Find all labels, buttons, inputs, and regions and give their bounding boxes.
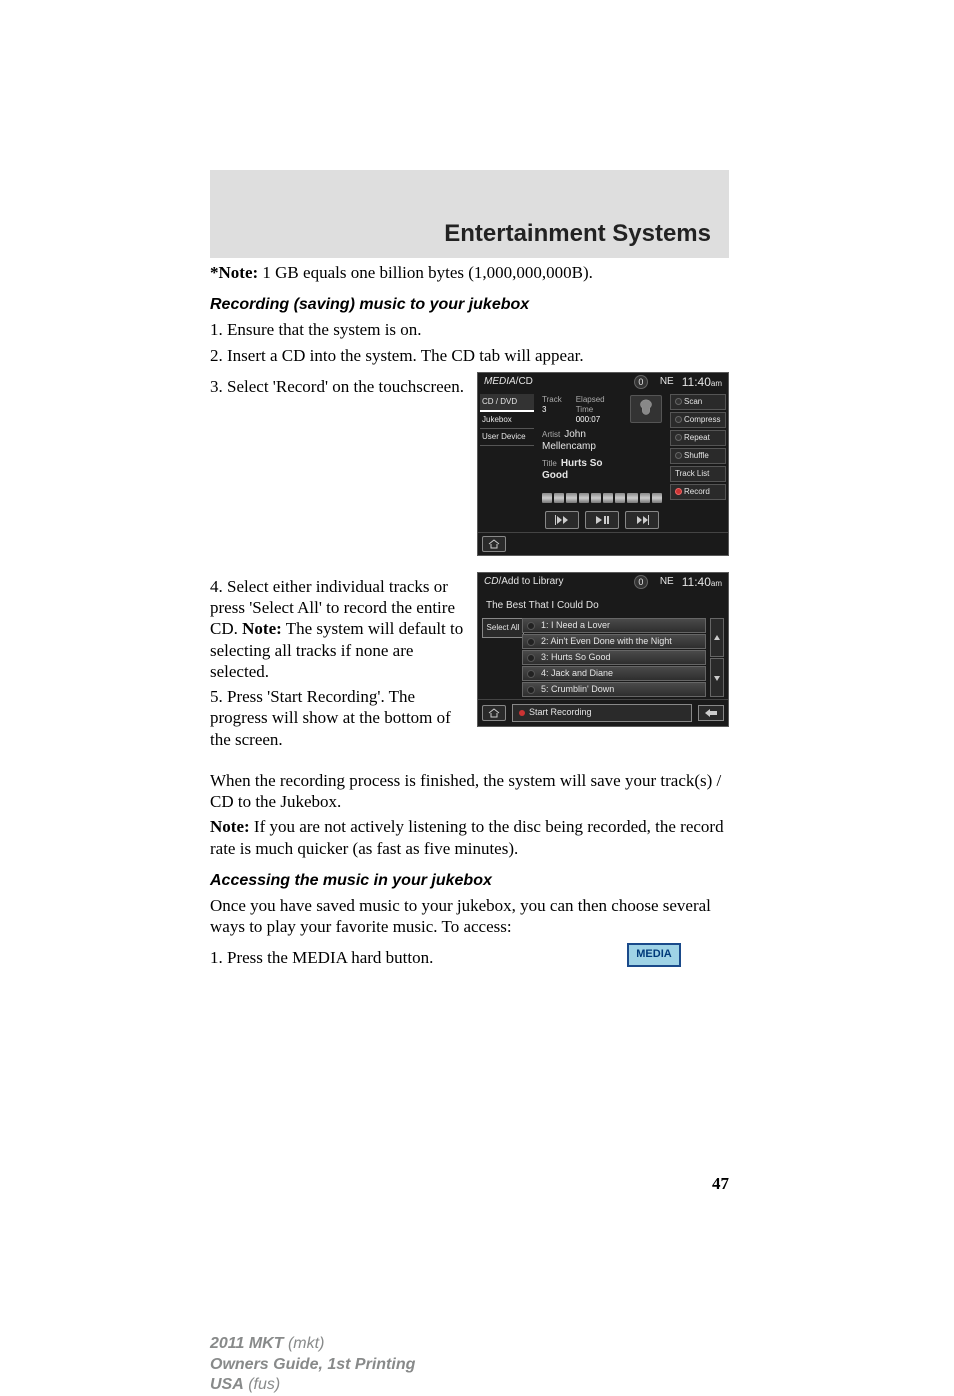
tab-jukebox[interactable]: Jukebox <box>480 412 534 429</box>
page-number: 47 <box>210 1173 729 1194</box>
access-intro: Once you have saved music to your jukebo… <box>210 895 729 938</box>
scroll-up-button[interactable] <box>710 618 724 657</box>
breadcrumb-cd: CD <box>484 576 498 589</box>
step-4: 4. Select either individual tracks or pr… <box>210 576 465 682</box>
title-label: Title <box>542 459 557 468</box>
elapsed-value: 000:07 <box>576 415 622 425</box>
header-band: Entertainment Systems <box>210 170 729 258</box>
note-text: 1 GB equals one billion bytes (1,000,000… <box>258 263 593 282</box>
footer-region: USA <box>210 1376 244 1393</box>
tab-cd-dvd[interactable]: CD / DVD <box>480 394 534 412</box>
note-label: *Note: <box>210 263 258 282</box>
track-label: Track <box>542 395 562 405</box>
footer-model-code: (mkt) <box>284 1335 325 1352</box>
start-recording-button[interactable]: Start Recording <box>512 704 692 721</box>
step-2: 2. Insert a CD into the system. The CD t… <box>210 345 729 366</box>
climate-icon[interactable] <box>630 395 662 423</box>
home-button[interactable] <box>482 705 506 721</box>
fan-indicator: 0 <box>634 375 648 389</box>
scroll-down-button[interactable] <box>710 658 724 697</box>
step-5: 5. Press 'Start Recording'. The progress… <box>210 686 465 750</box>
track-list: 1: I Need a Lover 2: Ain't Even Done wit… <box>522 618 706 697</box>
home-button[interactable] <box>482 536 506 552</box>
section-title: Entertainment Systems <box>444 220 711 248</box>
tab-user-device[interactable]: User Device <box>480 429 534 446</box>
compass-indicator: NE <box>660 376 674 389</box>
clock: 11:40am <box>682 375 722 390</box>
step-1: 1. Ensure that the system is on. <box>210 319 729 340</box>
track-item[interactable]: 3: Hurts So Good <box>522 650 706 665</box>
footer-model: 2011 MKT <box>210 1335 284 1352</box>
finished-text: When the recording process is finished, … <box>210 770 729 813</box>
shuffle-button[interactable]: Shuffle <box>670 448 726 464</box>
subhead-accessing: Accessing the music in your jukebox <box>210 871 729 891</box>
play-pause-button[interactable] <box>585 511 619 529</box>
screen1-statusbar: MEDIA / CD 0 NE 11:40am <box>478 373 728 392</box>
access-step-1: 1. Press the MEDIA hard button. <box>210 947 579 968</box>
prev-track-button[interactable] <box>545 511 579 529</box>
body-content: *Note: 1 GB equals one billion bytes (1,… <box>210 262 729 1396</box>
track-item[interactable]: 5: Crumblin' Down <box>522 682 706 697</box>
compass-indicator: NE <box>660 576 674 589</box>
select-all-button[interactable]: Select All <box>482 618 524 638</box>
fan-indicator: 0 <box>634 575 648 589</box>
record-button[interactable]: Record <box>670 484 726 500</box>
note-gb: *Note: 1 GB equals one billion bytes (1,… <box>210 262 729 283</box>
artist-label: Artist <box>542 430 560 439</box>
figure-add-library-screen: CD / Add to Library 0 NE 11:40am The Bes… <box>477 572 729 727</box>
track-value: 3 <box>542 405 562 415</box>
note-label-4: Note: <box>242 619 282 638</box>
progress-bar[interactable] <box>542 493 662 503</box>
footer-region-code: (fus) <box>244 1376 280 1393</box>
track-item[interactable]: 2: Ain't Even Done with the Night <box>522 634 706 649</box>
breadcrumb-cd: CD <box>518 376 532 389</box>
breadcrumb-media: MEDIA <box>484 376 516 389</box>
screen2-statusbar: CD / Add to Library 0 NE 11:40am <box>478 573 728 592</box>
breadcrumb-addlib: Add to Library <box>501 576 563 589</box>
step-3: 3. Select 'Record' on the touchscreen. <box>210 376 465 397</box>
clock: 11:40am <box>682 575 722 590</box>
tracklist-button[interactable]: Track List <box>670 466 726 482</box>
repeat-button[interactable]: Repeat <box>670 430 726 446</box>
media-hard-button: MEDIA <box>627 943 680 967</box>
scan-button[interactable]: Scan <box>670 394 726 410</box>
compress-button[interactable]: Compress <box>670 412 726 428</box>
note-label-rate: Note: <box>210 817 250 836</box>
back-button[interactable] <box>698 705 724 721</box>
footer-guide: Owners Guide, 1st Printing <box>210 1355 729 1376</box>
footer: 2011 MKT (mkt) Owners Guide, 1st Printin… <box>210 1334 729 1396</box>
album-title: The Best That I Could Do <box>482 594 724 619</box>
note-record-rate: Note: If you are not actively listening … <box>210 816 729 859</box>
source-tabs: CD / DVD Jukebox User Device <box>478 392 536 532</box>
track-item[interactable]: 4: Jack and Diane <box>522 666 706 681</box>
subhead-recording: Recording (saving) music to your jukebox <box>210 295 729 315</box>
figure-media-cd-screen: MEDIA / CD 0 NE 11:40am CD / DVD Jukebox… <box>477 372 729 556</box>
next-track-button[interactable] <box>625 511 659 529</box>
elapsed-label: Elapsed Time <box>576 395 622 415</box>
track-item[interactable]: 1: I Need a Lover <box>522 618 706 633</box>
